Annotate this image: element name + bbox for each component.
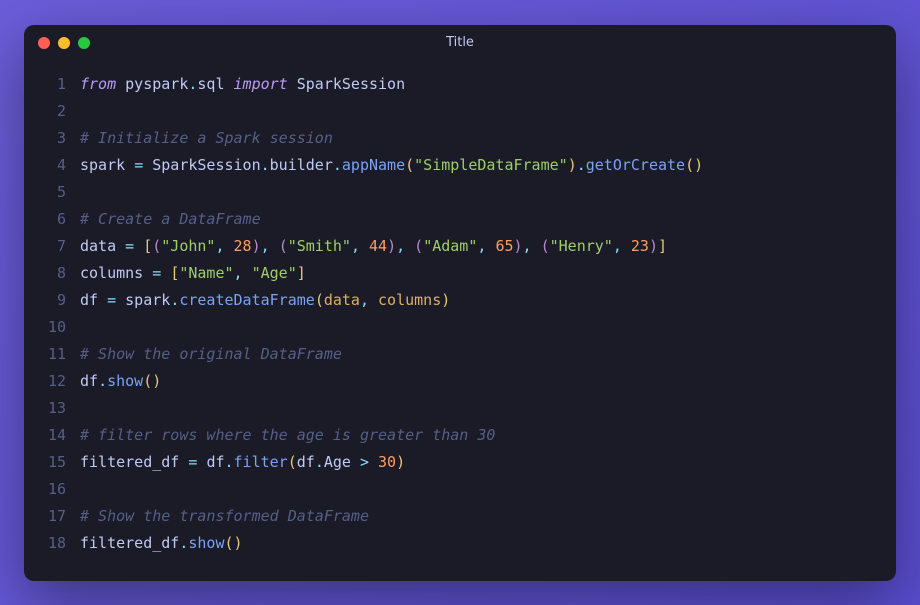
line-number: 14: [38, 422, 66, 449]
code-content: # Create a DataFrame: [80, 206, 882, 233]
code-content: # Show the transformed DataFrame: [80, 503, 882, 530]
line-number: 18: [38, 530, 66, 557]
code-line: 6 # Create a DataFrame: [38, 206, 882, 233]
code-line: 8 columns = ["Name", "Age"]: [38, 260, 882, 287]
line-number: 15: [38, 449, 66, 476]
code-content: df = spark.createDataFrame(data, columns…: [80, 287, 882, 314]
code-line: 4 spark = SparkSession.builder.appName("S…: [38, 152, 882, 179]
close-button[interactable]: [38, 37, 50, 49]
code-line: 10: [38, 314, 882, 341]
line-number: 1: [38, 71, 66, 98]
code-line: 12 df.show(): [38, 368, 882, 395]
line-number: 5: [38, 179, 66, 206]
line-number: 17: [38, 503, 66, 530]
code-content: [80, 98, 882, 125]
code-editor[interactable]: 1 from pyspark.sql import SparkSession 23 #…: [24, 61, 896, 581]
titlebar: Title: [24, 25, 896, 61]
line-number: 8: [38, 260, 66, 287]
line-number: 2: [38, 98, 66, 125]
code-line: 18 filtered_df.show(): [38, 530, 882, 557]
code-window: Title 1 from pyspark.sql import SparkSess…: [24, 25, 896, 581]
line-number: 16: [38, 476, 66, 503]
line-number: 12: [38, 368, 66, 395]
code-line: 15 filtered_df = df.filter(df.Age > 30): [38, 449, 882, 476]
maximize-button[interactable]: [78, 37, 90, 49]
code-content: filtered_df = df.filter(df.Age > 30): [80, 449, 882, 476]
code-content: spark = SparkSession.builder.appName("Si…: [80, 152, 882, 179]
code-line: 11 # Show the original DataFrame: [38, 341, 882, 368]
code-content: [80, 476, 882, 503]
line-number: 4: [38, 152, 66, 179]
code-content: from pyspark.sql import SparkSession: [80, 71, 882, 98]
minimize-button[interactable]: [58, 37, 70, 49]
line-number: 11: [38, 341, 66, 368]
code-content: data = [("John", 28), ("Smith", 44), ("A…: [80, 233, 882, 260]
line-number: 9: [38, 287, 66, 314]
line-number: 13: [38, 395, 66, 422]
code-line: 7 data = [("John", 28), ("Smith", 44), ("…: [38, 233, 882, 260]
code-content: df.show(): [80, 368, 882, 395]
code-content: [80, 179, 882, 206]
code-content: [80, 395, 882, 422]
traffic-lights: [38, 37, 90, 49]
code-content: # filter rows where the age is greater t…: [80, 422, 882, 449]
code-line: 17 # Show the transformed DataFrame: [38, 503, 882, 530]
line-number: 6: [38, 206, 66, 233]
code-content: # Initialize a Spark session: [80, 125, 882, 152]
code-line: 9 df = spark.createDataFrame(data, column…: [38, 287, 882, 314]
code-content: columns = ["Name", "Age"]: [80, 260, 882, 287]
code-line: 5: [38, 179, 882, 206]
code-line: 14 # filter rows where the age is greater…: [38, 422, 882, 449]
line-number: 10: [38, 314, 66, 341]
code-line: 16: [38, 476, 882, 503]
window-title: Title: [446, 35, 474, 50]
code-line: 3 # Initialize a Spark session: [38, 125, 882, 152]
code-line: 13: [38, 395, 882, 422]
code-content: [80, 314, 882, 341]
line-number: 7: [38, 233, 66, 260]
line-number: 3: [38, 125, 66, 152]
code-content: # Show the original DataFrame: [80, 341, 882, 368]
code-line: 2: [38, 98, 882, 125]
code-line: 1 from pyspark.sql import SparkSession: [38, 71, 882, 98]
code-content: filtered_df.show(): [80, 530, 882, 557]
